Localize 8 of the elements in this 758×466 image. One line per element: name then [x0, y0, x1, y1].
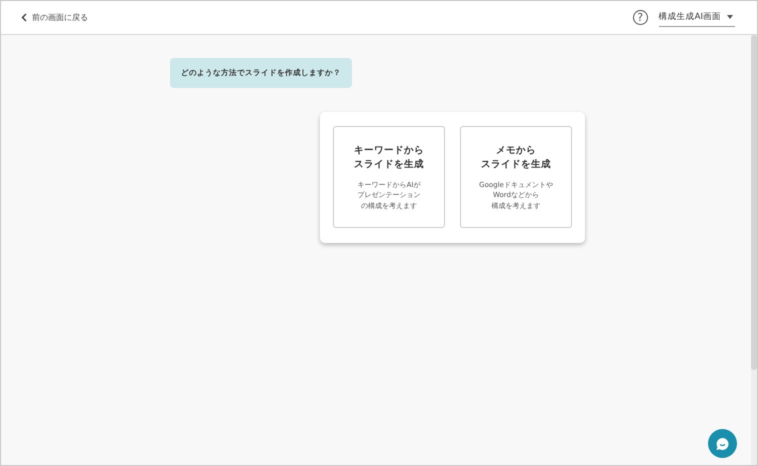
chat-button[interactable] [708, 429, 737, 458]
mode-dropdown[interactable]: 構成生成AI画面 [658, 8, 735, 26]
caret-icon [727, 14, 733, 18]
chat-bubble-icon [715, 436, 730, 450]
scrollbar[interactable] [751, 35, 757, 465]
back-link[interactable]: 前の画面に戻る [21, 12, 88, 23]
help-icon[interactable]: ? [632, 10, 648, 25]
chevron-left-icon [21, 13, 27, 22]
